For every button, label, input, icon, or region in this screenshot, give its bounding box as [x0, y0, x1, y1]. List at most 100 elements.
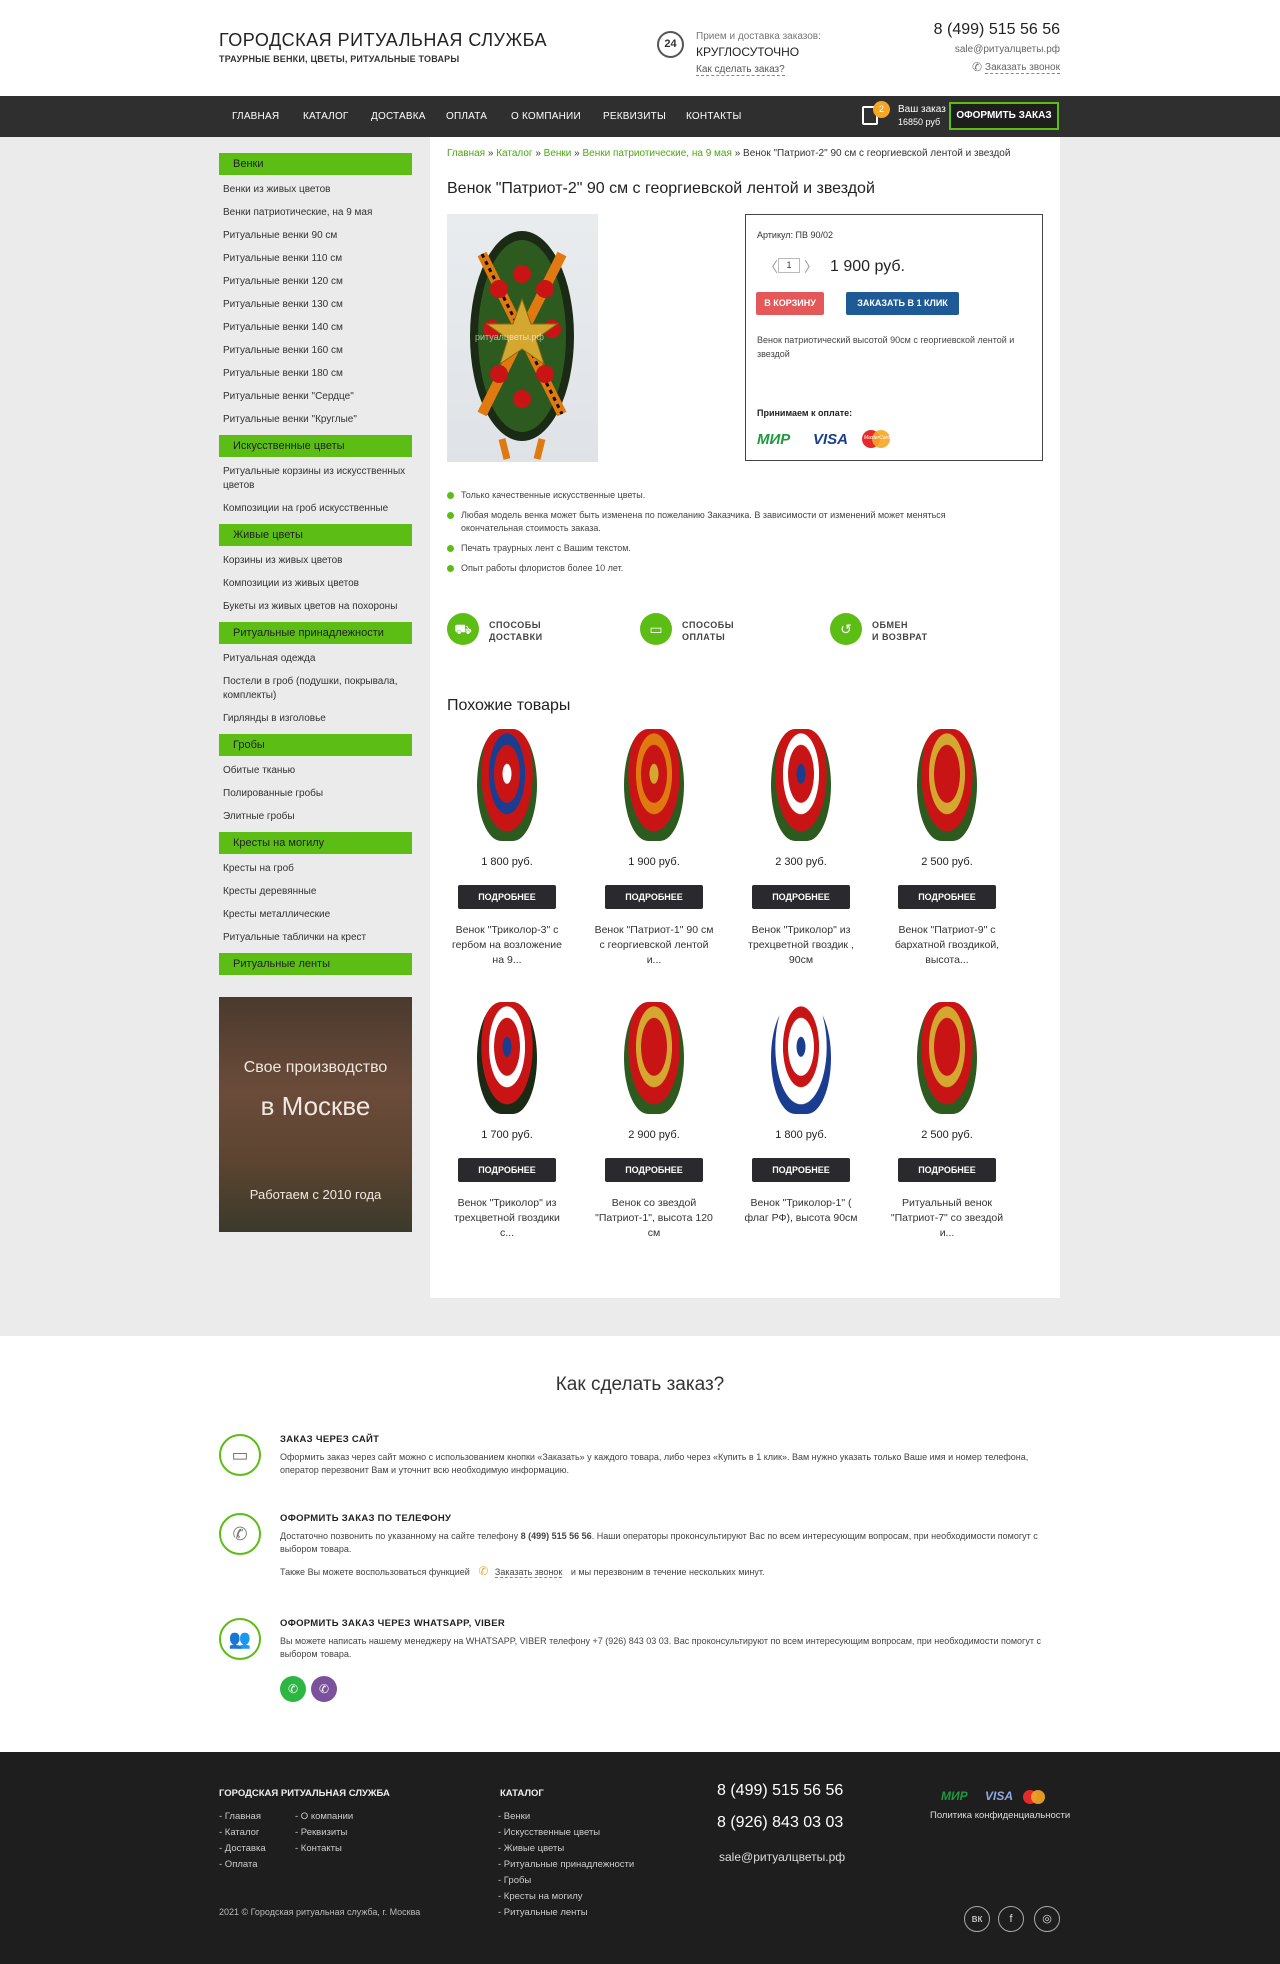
product-card-name[interactable]: Венок со звездой "Патриот-1", высота 120…: [594, 1196, 714, 1241]
breadcrumb-home[interactable]: Главная: [447, 148, 485, 159]
breadcrumb-wreaths[interactable]: Венки: [544, 148, 572, 159]
how-to-order-link[interactable]: Как сделать заказ?: [696, 64, 785, 76]
add-to-cart-button[interactable]: В КОРЗИНУ: [756, 292, 824, 315]
sidebar-item[interactable]: Композиции на гроб искусственные: [219, 499, 412, 522]
nav-home[interactable]: ГЛАВНАЯ: [232, 96, 279, 137]
breadcrumb-catalog[interactable]: Каталог: [496, 148, 532, 159]
sidebar-category[interactable]: Гробы: [219, 734, 412, 756]
footer-link[interactable]: - Оплата: [219, 1859, 257, 1870]
more-details-button[interactable]: ПОДРОБНЕЕ: [605, 1158, 703, 1182]
sidebar-item[interactable]: Ритуальные венки 160 см: [219, 341, 412, 364]
one-click-order-button[interactable]: ЗАКАЗАТЬ В 1 КЛИК: [846, 292, 959, 315]
product-card[interactable]: 1 700 руб. ПОДРОБНЕЕ Венок "Триколор" из т…: [447, 1002, 567, 1252]
header-phone[interactable]: 8 (499) 515 56 56: [934, 21, 1060, 39]
callback-link[interactable]: Заказать звонок: [494, 1567, 563, 1578]
product-card[interactable]: 2 300 руб. ПОДРОБНЕЕ Венок "Триколор" из т…: [741, 729, 861, 979]
facebook-icon[interactable]: f: [998, 1906, 1024, 1932]
phone-number[interactable]: 8 (499) 515 56 56: [521, 1531, 592, 1541]
sidebar-item[interactable]: Корзины из живых цветов: [219, 551, 412, 574]
sidebar-item[interactable]: Композиции из живых цветов: [219, 574, 412, 597]
site-title[interactable]: ГОРОДСКАЯ РИТУАЛЬНАЯ СЛУЖБА: [219, 30, 547, 51]
product-card[interactable]: 1 900 руб. ПОДРОБНЕЕ Венок "Патриот-1" 90 …: [594, 729, 714, 979]
footer-email[interactable]: sale@ритуалцветы.рф: [719, 1850, 845, 1864]
sidebar-item[interactable]: Ритуальные корзины из искусственных цвет…: [219, 462, 412, 499]
sidebar-item[interactable]: Ритуальные венки 120 см: [219, 272, 412, 295]
product-card[interactable]: 2 500 руб. ПОДРОБНЕЕ Венок "Патриот-9" с б…: [887, 729, 1007, 979]
footer-link[interactable]: - Венки: [498, 1811, 530, 1822]
footer-link[interactable]: - Ритуальные ленты: [498, 1907, 588, 1918]
product-card-name[interactable]: Венок "Патриот-9" с бархатной гвоздикой,…: [887, 923, 1007, 968]
product-card[interactable]: 1 800 руб. ПОДРОБНЕЕ Венок "Триколор-3" с …: [447, 729, 567, 979]
nav-about[interactable]: О КОМПАНИИ: [511, 96, 581, 137]
sidebar-item[interactable]: Ритуальные венки 90 см: [219, 226, 412, 249]
sidebar-item[interactable]: Ритуальные таблички на крест: [219, 928, 412, 951]
footer-phone-2[interactable]: 8 (926) 843 03 03: [717, 1814, 843, 1832]
footer-link[interactable]: - Гробы: [498, 1875, 531, 1886]
sidebar-item[interactable]: Гирлянды в изголовье: [219, 709, 412, 732]
sidebar-item[interactable]: Элитные гробы: [219, 807, 412, 830]
qty-decrease-icon[interactable]: 〈: [764, 257, 778, 277]
footer-link[interactable]: - Главная: [219, 1811, 261, 1822]
sidebar-category[interactable]: Живые цветы: [219, 524, 412, 546]
product-card-name[interactable]: Венок "Триколор" из трехцветной гвоздик …: [741, 923, 861, 968]
nav-payment[interactable]: ОПЛАТА: [446, 96, 487, 137]
more-details-button[interactable]: ПОДРОБНЕЕ: [898, 885, 996, 909]
footer-link[interactable]: - О компании: [295, 1811, 353, 1822]
sidebar-category[interactable]: Ритуальные принадлежности: [219, 622, 412, 644]
vk-icon[interactable]: вк: [964, 1906, 990, 1932]
product-card-image[interactable]: [917, 1002, 977, 1114]
viber-icon[interactable]: ✆: [311, 1676, 337, 1702]
footer-phone-1[interactable]: 8 (499) 515 56 56: [717, 1782, 843, 1800]
nav-delivery[interactable]: ДОСТАВКА: [371, 96, 426, 137]
sidebar-item[interactable]: Постели в гроб (подушки, покрывала, комп…: [219, 672, 412, 709]
sidebar-item[interactable]: Ритуальные венки 180 см: [219, 364, 412, 387]
header-email[interactable]: sale@ритуалцветы.рф: [955, 44, 1060, 55]
sidebar-item[interactable]: Обитые тканью: [219, 761, 412, 784]
instagram-icon[interactable]: ◎: [1034, 1906, 1060, 1932]
privacy-policy-link[interactable]: Политика конфиденциальности: [930, 1810, 1070, 1821]
more-details-button[interactable]: ПОДРОБНЕЕ: [752, 885, 850, 909]
breadcrumb-patriotic[interactable]: Венки патриотические, на 9 мая: [583, 148, 732, 159]
sidebar-item[interactable]: Венки патриотические, на 9 мая: [219, 203, 412, 226]
more-details-button[interactable]: ПОДРОБНЕЕ: [458, 885, 556, 909]
production-banner[interactable]: Свое производство в Москве Работаем с 20…: [219, 997, 412, 1232]
more-details-button[interactable]: ПОДРОБНЕЕ: [605, 885, 703, 909]
footer-link[interactable]: - Контакты: [295, 1843, 342, 1854]
product-image[interactable]: ритуалцветы.рф: [447, 214, 598, 462]
footer-link[interactable]: - Живые цветы: [498, 1843, 564, 1854]
product-card-image[interactable]: [917, 729, 977, 841]
product-card-name[interactable]: Венок "Патриот-1" 90 см с георгиевской л…: [594, 923, 714, 968]
sidebar-item[interactable]: Ритуальная одежда: [219, 649, 412, 672]
sidebar-item[interactable]: Ритуальные венки 140 см: [219, 318, 412, 341]
footer-link[interactable]: - Реквизиты: [295, 1827, 347, 1838]
product-card-name[interactable]: Венок "Триколор-3" с гербом на возложени…: [447, 923, 567, 968]
product-card[interactable]: 2 500 руб. ПОДРОБНЕЕ Ритуальный венок "Пат…: [887, 1002, 1007, 1252]
product-card-image[interactable]: [771, 729, 831, 841]
product-card-name[interactable]: Венок "Триколор" из трехцветной гвоздики…: [447, 1196, 567, 1241]
more-details-button[interactable]: ПОДРОБНЕЕ: [898, 1158, 996, 1182]
quantity-input[interactable]: 1: [778, 258, 800, 273]
whatsapp-icon[interactable]: ✆: [280, 1676, 306, 1702]
sidebar-item[interactable]: Венки из живых цветов: [219, 180, 412, 203]
product-card[interactable]: 1 800 руб. ПОДРОБНЕЕ Венок "Триколор-1" ( …: [741, 1002, 861, 1252]
more-details-button[interactable]: ПОДРОБНЕЕ: [458, 1158, 556, 1182]
sidebar-item[interactable]: Кресты на гроб: [219, 859, 412, 882]
footer-link[interactable]: - Доставка: [219, 1843, 266, 1854]
sidebar-category[interactable]: Венки: [219, 153, 412, 175]
footer-link[interactable]: - Каталог: [219, 1827, 259, 1838]
sidebar-item[interactable]: Полированные гробы: [219, 784, 412, 807]
checkout-button[interactable]: ОФОРМИТЬ ЗАКАЗ: [949, 102, 1059, 130]
qty-increase-icon[interactable]: 〉: [804, 257, 818, 277]
footer-link[interactable]: - Кресты на могилу: [498, 1891, 583, 1902]
sidebar-category[interactable]: Ритуальные ленты: [219, 953, 412, 975]
cart-label[interactable]: Ваш заказ: [898, 104, 946, 115]
sidebar-item[interactable]: Букеты из живых цветов на похороны: [219, 597, 412, 620]
sidebar-item[interactable]: Ритуальные венки "Круглые": [219, 410, 412, 433]
sidebar-item[interactable]: Кресты деревянные: [219, 882, 412, 905]
product-card-image[interactable]: [477, 1002, 537, 1114]
footer-link[interactable]: - Искусственные цветы: [498, 1827, 600, 1838]
sidebar-item[interactable]: Ритуальные венки 110 см: [219, 249, 412, 272]
nav-catalog[interactable]: КАТАЛОГ: [303, 96, 349, 137]
nav-contacts[interactable]: КОНТАКТЫ: [686, 96, 742, 137]
product-card-name[interactable]: Ритуальный венок "Патриот-7" со звездой …: [887, 1196, 1007, 1241]
